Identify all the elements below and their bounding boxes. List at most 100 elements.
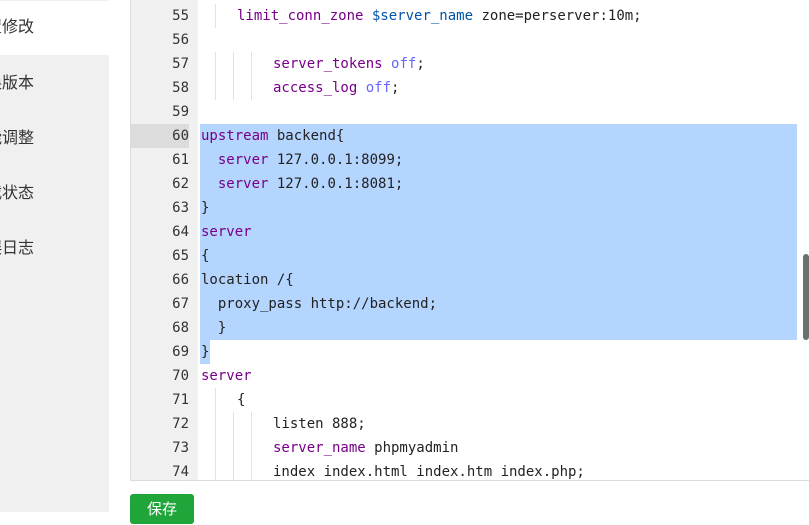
line-number: 72: [172, 416, 189, 432]
indent-guide: [251, 436, 252, 460]
line-number: 62: [172, 176, 189, 192]
line-number: 63: [172, 200, 189, 216]
code-token: }: [201, 320, 227, 336]
code-token: server: [217, 152, 269, 168]
line-number: 60: [131, 124, 189, 148]
code-token: server_tokens: [273, 56, 383, 72]
line-number: 61: [172, 152, 189, 168]
code-line[interactable]: 62 server 127.0.0.1:8081;: [131, 172, 809, 196]
code-text: server_name phpmyadmin: [273, 436, 458, 460]
sidebar-item-config[interactable]: 置修改: [0, 1, 109, 55]
code-token: listen 888;: [273, 416, 366, 432]
indent-guide: [251, 52, 252, 76]
code-line[interactable]: 72 listen 888;: [131, 412, 809, 436]
selection-highlight: [200, 196, 797, 220]
code-line[interactable]: 67 proxy_pass http://backend;: [131, 292, 809, 316]
code-token: server: [201, 224, 252, 240]
code-line[interactable]: 64 server: [131, 220, 809, 244]
line-number: 65: [172, 248, 189, 264]
indent-guide: [215, 388, 216, 412]
code-token: server: [201, 368, 252, 384]
selection-highlight: [200, 220, 797, 244]
indent-guide: [251, 412, 252, 436]
code-token: location /{: [201, 272, 294, 288]
code-line[interactable]: 66 location /{: [131, 268, 809, 292]
line-number: 55: [172, 8, 189, 24]
sidebar-item-version[interactable]: 换版本: [0, 57, 109, 111]
line-number: 56: [172, 32, 189, 48]
code-token: server_name: [273, 440, 366, 456]
indent-guide: [251, 76, 252, 100]
code-line[interactable]: 59: [131, 100, 809, 124]
indent-guide: [233, 460, 234, 480]
sidebar-item-error-log[interactable]: 误日志: [0, 222, 109, 276]
code-line[interactable]: 74 index index.html index.htm index.php;: [131, 460, 809, 480]
line-number: 66: [172, 272, 189, 288]
code-text: }: [201, 340, 209, 364]
code-token: 127.0.0.1:8099;: [268, 152, 404, 168]
save-button[interactable]: 保存: [130, 494, 194, 524]
code-token: ;: [416, 56, 425, 72]
line-number: 73: [172, 440, 189, 456]
code-line[interactable]: 60 upstream backend{: [131, 124, 809, 148]
indent-guide: [215, 436, 216, 460]
code-token: access_log: [273, 80, 358, 96]
sidebar-item-label: 能调整: [0, 130, 35, 147]
sidebar-item-label: 换版本: [0, 75, 35, 92]
indent-guide: [233, 52, 234, 76]
code-text: server: [201, 220, 252, 244]
code-text: }: [201, 316, 226, 340]
line-number: 69: [172, 344, 189, 360]
code-token: limit_conn_zone: [237, 8, 364, 24]
code-line[interactable]: 65 {: [131, 244, 809, 268]
code-line[interactable]: 58 access_log off;: [131, 76, 809, 100]
code-token: index index.html index.htm index.php;: [273, 464, 585, 480]
code-token: }: [201, 344, 210, 360]
code-line[interactable]: 73 server_name phpmyadmin: [131, 436, 809, 460]
code-token: 127.0.0.1:8081;: [268, 176, 404, 192]
code-text: access_log off;: [273, 76, 399, 100]
code-token: zone=perserver:10m;: [473, 8, 642, 24]
code-text: proxy_pass http://backend;: [201, 292, 437, 316]
code-token: phpmyadmin: [365, 440, 459, 456]
code-text: server 127.0.0.1:8081;: [201, 172, 403, 196]
indent-guide: [251, 460, 252, 480]
line-number: 70: [172, 368, 189, 384]
code-token: ;: [391, 80, 400, 96]
code-line[interactable]: 68 }: [131, 316, 809, 340]
code-token: off: [365, 80, 392, 96]
code-line[interactable]: 70 server: [131, 364, 809, 388]
sidebar-item-performance[interactable]: 能调整: [0, 112, 109, 166]
sidebar-item-load-status[interactable]: 载状态: [0, 167, 109, 221]
line-number: 58: [172, 80, 189, 96]
code-editor[interactable]: 55 limit_conn_zone $server_name zone=pers…: [130, 0, 809, 481]
line-number: 68: [172, 320, 189, 336]
code-text: location /{: [201, 268, 294, 292]
line-number: 57: [172, 56, 189, 72]
indent-guide: [233, 436, 234, 460]
code-line[interactable]: 55 limit_conn_zone $server_name zone=pers…: [131, 4, 809, 28]
code-text: {: [201, 244, 209, 268]
indent-guide: [215, 76, 216, 100]
line-number: 67: [172, 296, 189, 312]
code-line[interactable]: 71 {: [131, 388, 809, 412]
sidebar-item-label: 载状态: [0, 185, 35, 202]
indent-guide: [233, 412, 234, 436]
code-text: server_tokens off;: [273, 52, 425, 76]
code-token: {: [237, 392, 246, 408]
line-number: 64: [172, 224, 189, 240]
code-line[interactable]: 56: [131, 28, 809, 52]
code-text: upstream backend{: [201, 124, 344, 148]
code-line[interactable]: 57 server_tokens off;: [131, 52, 809, 76]
code-token: server: [217, 176, 269, 192]
code-text: server: [201, 364, 252, 388]
vertical-scrollbar[interactable]: [803, 254, 809, 340]
indent-guide: [215, 4, 216, 28]
code-line[interactable]: 61 server 127.0.0.1:8099;: [131, 148, 809, 172]
code-line[interactable]: 69}: [131, 340, 809, 364]
code-line[interactable]: 63}: [131, 196, 809, 220]
